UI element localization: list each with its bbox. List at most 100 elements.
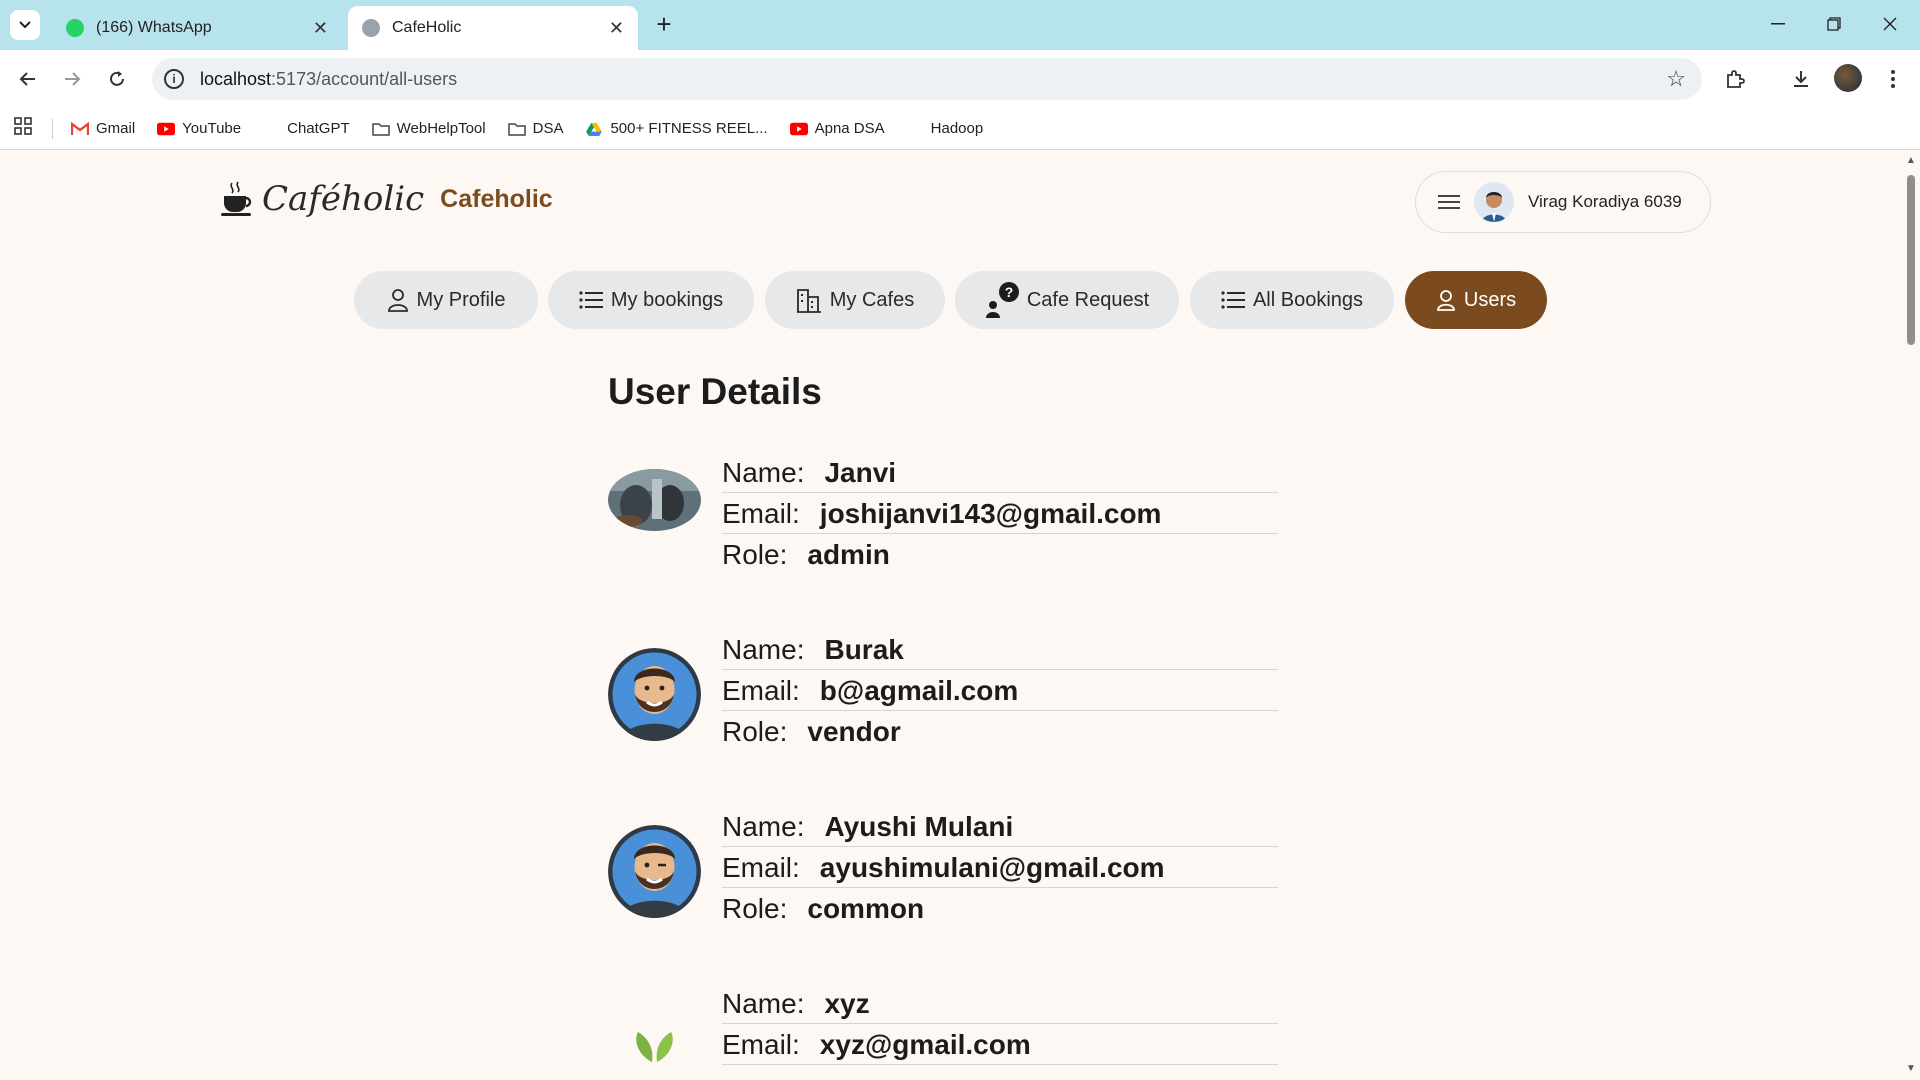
- gmail-icon: [71, 121, 89, 135]
- hamburger-icon: [1438, 195, 1460, 209]
- forward-button[interactable]: [56, 63, 88, 95]
- bookmark-apna-dsa[interactable]: Apna DSA: [789, 120, 885, 137]
- close-window-button[interactable]: [1870, 10, 1910, 38]
- nav-users[interactable]: Users: [1405, 271, 1547, 329]
- google-drive-icon: [586, 122, 603, 136]
- page-title: User Details: [608, 371, 822, 412]
- brand-name: Cafeholic: [440, 184, 553, 213]
- browser-toolbar: i localhost:5173/account/all-users ☆: [0, 50, 1920, 108]
- back-button[interactable]: [12, 63, 44, 95]
- list-icon: [579, 291, 603, 309]
- youtube-icon: [157, 122, 176, 135]
- info-icon[interactable]: i: [164, 69, 184, 89]
- nav-all-bookings[interactable]: All Bookings: [1190, 271, 1394, 329]
- cartoon-man-avatar: [608, 825, 701, 918]
- bookmarks-divider: [52, 118, 53, 139]
- bookmark-fitness[interactable]: 500+ FITNESS REEL...: [585, 120, 768, 137]
- bookmark-label: DSA: [532, 120, 564, 137]
- minimize-button[interactable]: [1758, 10, 1798, 38]
- user-email-row: Email: xyz@gmail.com: [722, 1025, 1278, 1065]
- bookmark-label: YouTube: [182, 120, 242, 137]
- tab-title: CafeHolic: [392, 19, 462, 36]
- scroll-up-icon[interactable]: ▲: [1906, 155, 1916, 166]
- bookmark-youtube[interactable]: YouTube: [157, 120, 241, 137]
- name-label: Name:: [722, 810, 805, 842]
- user-role-value: vendor: [807, 716, 901, 747]
- email-label: Email:: [722, 851, 800, 883]
- bookmark-label: Hadoop: [930, 120, 984, 137]
- bookmark-webhelptool[interactable]: WebHelpTool: [371, 120, 486, 137]
- page-content: Caféholic Cafeholic Virag Koradiya 6039 …: [0, 151, 1900, 1080]
- new-tab-button[interactable]: +: [650, 10, 678, 38]
- user-name-row: Name: xyz: [722, 984, 1278, 1024]
- nav-label: All Bookings: [1252, 288, 1364, 311]
- page-scrollbar[interactable]: ▲ ▼: [1902, 151, 1920, 1080]
- url-text[interactable]: localhost:5173/account/all-users: [200, 69, 457, 90]
- account-nav: My Profile My bookings My Cafes ? Cafe R…: [0, 271, 1900, 331]
- user-role-row: Role: vendor: [722, 712, 1278, 752]
- bookmark-label: ChatGPT: [287, 120, 350, 137]
- bookmark-hadoop[interactable]: Hadoop: [931, 120, 984, 137]
- svg-text:?: ?: [1005, 284, 1014, 300]
- restore-icon: [1827, 17, 1841, 31]
- downloads-button[interactable]: [1786, 64, 1816, 94]
- minimize-icon: [1771, 23, 1785, 25]
- user-role-value: admin: [807, 539, 890, 570]
- address-bar[interactable]: i localhost:5173/account/all-users ☆: [152, 58, 1702, 100]
- nav-label: Cafe Request: [1026, 288, 1150, 311]
- tab-cafeholic[interactable]: CafeHolic ✕: [348, 6, 638, 50]
- user-name-value: Burak: [824, 633, 904, 665]
- email-label: Email:: [722, 497, 800, 529]
- coffee-cup-icon: [221, 181, 252, 216]
- nav-label: Users: [1463, 288, 1517, 311]
- tab-search-button[interactable]: [10, 10, 40, 40]
- nav-cafe-request[interactable]: ? Cafe Request: [955, 271, 1179, 329]
- browser-tab-bar: (166) WhatsApp ✕ CafeHolic ✕ +: [0, 0, 1920, 50]
- profile-avatar[interactable]: [1834, 64, 1862, 92]
- download-icon: [1794, 71, 1808, 87]
- bookmark-dsa[interactable]: DSA: [507, 120, 564, 137]
- site-logo[interactable]: Caféholic Cafeholic: [220, 179, 553, 219]
- user-email-value: ayushimulani@gmail.com: [819, 851, 1165, 883]
- folder-icon: [507, 122, 526, 136]
- building-icon: [796, 289, 821, 313]
- bookmark-star-icon[interactable]: ☆: [1666, 66, 1686, 92]
- user-name-value: Janvi: [824, 456, 897, 488]
- user-name-value: xyz: [824, 987, 870, 1019]
- user-name-value: Ayushi Mulani: [824, 810, 1014, 842]
- user-email-row: Email: ayushimulani@gmail.com: [722, 848, 1278, 888]
- nav-my-cafes[interactable]: My Cafes: [765, 271, 945, 329]
- role-label: Role:: [722, 539, 788, 570]
- user-menu-button[interactable]: Virag Koradiya 6039: [1415, 171, 1711, 233]
- arrow-left-icon: [19, 72, 35, 86]
- bookmarks-bar: Gmail YouTube ChatGPT WebHelpTool DSA 50…: [0, 108, 1920, 150]
- tab-whatsapp[interactable]: (166) WhatsApp ✕: [52, 6, 342, 50]
- browser-menu-button[interactable]: [1878, 64, 1908, 94]
- reload-button[interactable]: [101, 63, 133, 95]
- restore-button[interactable]: [1814, 10, 1854, 38]
- reload-icon: [110, 71, 124, 86]
- extensions-button[interactable]: [1720, 64, 1750, 94]
- email-label: Email:: [722, 674, 800, 706]
- nav-my-profile[interactable]: My Profile: [354, 271, 538, 329]
- bookmark-gmail[interactable]: Gmail: [71, 120, 135, 137]
- user-card: Name: xyz Email: xyz@gmail.com: [608, 982, 1288, 1080]
- nav-my-bookings[interactable]: My bookings: [548, 271, 754, 329]
- user-name-row: Name: Burak: [722, 630, 1278, 670]
- bookmark-chatgpt[interactable]: ChatGPT: [287, 120, 350, 137]
- scroll-down-icon[interactable]: ▼: [1906, 1063, 1916, 1074]
- role-label: Role:: [722, 716, 788, 747]
- user-email-value: joshijanvi143@gmail.com: [819, 497, 1162, 529]
- close-icon[interactable]: ✕: [609, 18, 624, 39]
- user-name: Virag Koradiya 6039: [1528, 192, 1682, 211]
- photo-avatar: [608, 469, 701, 531]
- name-label: Name:: [722, 633, 805, 665]
- name-label: Name:: [722, 456, 805, 488]
- user-role-value: common: [807, 893, 925, 924]
- bookmark-label: Gmail: [96, 120, 136, 137]
- name-label: Name:: [722, 987, 805, 1019]
- apps-icon[interactable]: [14, 117, 32, 140]
- close-icon[interactable]: ✕: [313, 18, 328, 39]
- scroll-thumb[interactable]: [1907, 175, 1915, 345]
- user-email-row: Email: joshijanvi143@gmail.com: [722, 494, 1278, 534]
